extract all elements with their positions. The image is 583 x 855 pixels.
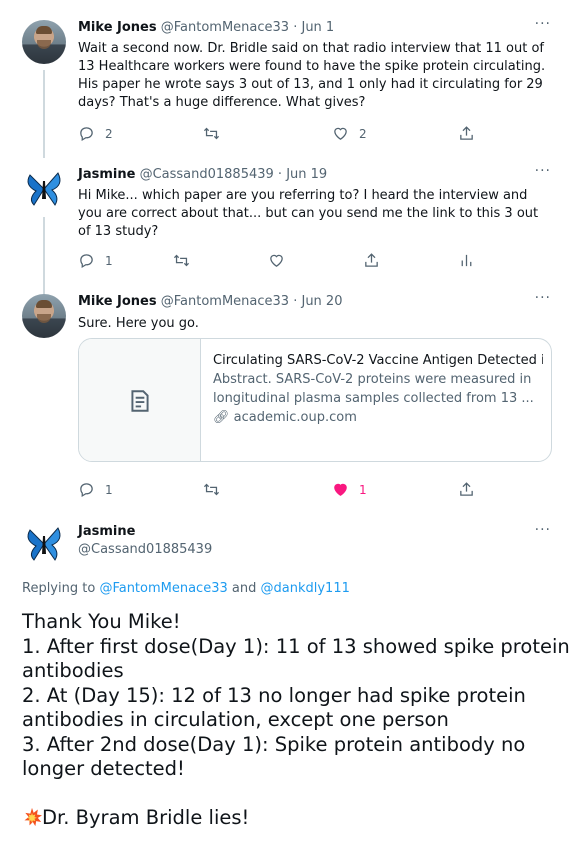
tweet-header: Mike Jones @FantomMenace33 · Jun 20	[78, 294, 342, 309]
share-icon	[365, 253, 378, 267]
card-domain: 🔗︎ academic.oup.com	[213, 408, 543, 427]
card-thumbnail	[79, 339, 201, 461]
reply-button[interactable]: 2	[78, 125, 113, 142]
tweet-text: Hi Mike... which paper are you referring…	[78, 188, 539, 239]
like-count: 2	[359, 126, 367, 141]
separator-dot: ·	[293, 294, 298, 309]
author-name[interactable]: Jasmine	[78, 524, 135, 539]
card-domain-text: academic.oup.com	[233, 410, 357, 425]
avatar[interactable]	[22, 522, 66, 566]
author-name[interactable]: Jasmine	[78, 167, 135, 182]
retweet-button[interactable]	[203, 481, 220, 498]
replying-user-link[interactable]: @FantomMenace33	[99, 581, 227, 596]
butterfly-icon	[27, 172, 61, 206]
card-title: Circulating SARS-CoV-2 Vaccine Antigen D…	[213, 353, 543, 368]
main-tweet-text: Thank You Mike! 1. After first dose(Day …	[22, 610, 572, 831]
avatar[interactable]	[22, 167, 66, 211]
more-options-icon[interactable]: ···	[535, 290, 551, 306]
author-handle[interactable]: @Cassand01885439	[140, 167, 274, 182]
like-count: 1	[359, 482, 367, 497]
reply-count: 1	[105, 482, 113, 497]
main-tweet: Jasmine @Cassand01885439 ··· Replying to…	[0, 516, 583, 855]
author-handle[interactable]: @FantomMenace33	[161, 294, 289, 309]
retweet-button[interactable]	[203, 125, 220, 142]
tweet-date[interactable]: Jun 20	[301, 294, 342, 309]
text-line: Dr. Byram Bridle lies!	[42, 806, 250, 829]
tweet-text: Sure. Here you go.	[78, 316, 199, 331]
reply-icon	[80, 483, 93, 498]
tweet-actions: 1 1	[78, 481, 478, 501]
share-icon	[460, 482, 473, 496]
tweet-actions: 1	[78, 252, 478, 272]
tweet-text: Wait a second now. Dr. Bridle said on th…	[78, 41, 546, 110]
retweet-icon	[173, 254, 190, 267]
author-name[interactable]: Mike Jones	[78, 20, 157, 35]
replying-and: and	[231, 581, 257, 596]
collision-emoji-icon	[24, 807, 42, 827]
replying-user-link[interactable]: @dankdly111	[261, 581, 350, 596]
avatar[interactable]	[22, 294, 66, 338]
heart-icon	[334, 127, 347, 140]
tweet-actions: 2 2	[78, 125, 478, 145]
separator-dot: ·	[277, 167, 283, 182]
document-icon	[130, 390, 149, 412]
card-body: Circulating SARS-CoV-2 Vaccine Antigen D…	[213, 351, 543, 427]
share-button[interactable]	[458, 125, 475, 142]
retweet-button[interactable]	[173, 252, 190, 269]
reply-icon	[80, 254, 93, 269]
more-options-icon[interactable]: ···	[535, 163, 551, 179]
like-button[interactable]: 1	[332, 481, 367, 498]
tweet-date[interactable]: Jun 1	[301, 20, 334, 35]
tweet-header: Mike Jones @FantomMenace33 · Jun 1	[78, 20, 334, 35]
more-options-icon[interactable]: ···	[535, 16, 551, 32]
retweet-icon	[203, 483, 220, 496]
author-handle[interactable]: @FantomMenace33	[161, 20, 289, 35]
link-card[interactable]: Circulating SARS-CoV-2 Vaccine Antigen D…	[78, 338, 552, 462]
tweet-2[interactable]: Jasmine @Cassand01885439 · Jun 19 ··· Hi…	[0, 163, 583, 295]
heart-filled-icon	[334, 483, 347, 496]
share-button[interactable]	[363, 252, 380, 269]
text-line-last: Dr. Byram Bridle lies!	[22, 806, 572, 831]
author-handle[interactable]: @Cassand01885439	[78, 542, 212, 557]
share-icon	[460, 126, 473, 140]
tweet-date[interactable]: Jun 19	[286, 167, 327, 182]
retweet-icon	[203, 127, 220, 140]
reply-count: 2	[105, 126, 113, 141]
reply-count: 1	[105, 253, 113, 268]
card-description: Abstract. SARS-CoV-2 proteins were measu…	[213, 372, 534, 406]
reply-button[interactable]: 1	[78, 481, 113, 498]
separator-dot: ·	[293, 20, 298, 35]
replying-prefix: Replying to	[22, 581, 96, 596]
tweet-3[interactable]: Mike Jones @FantomMenace33 · Jun 20 ··· …	[0, 290, 583, 504]
text-line: Thank You Mike!	[22, 610, 181, 633]
like-button[interactable]	[268, 252, 285, 269]
share-button[interactable]	[458, 481, 475, 498]
heart-icon	[270, 254, 283, 267]
thread-line	[43, 70, 45, 158]
butterfly-icon	[27, 527, 61, 561]
analytics-icon	[461, 254, 472, 267]
reply-button[interactable]: 1	[78, 252, 113, 269]
avatar[interactable]	[22, 20, 66, 64]
thread-line	[43, 217, 45, 295]
text-line: 1. After first dose(Day 1): 11 of 13 sho…	[22, 634, 570, 683]
tweet-header: Jasmine @Cassand01885439 · Jun 19	[78, 167, 327, 182]
like-button[interactable]: 2	[332, 125, 367, 142]
analytics-button[interactable]	[458, 252, 475, 269]
reply-icon	[80, 127, 93, 142]
text-line: 3. After 2nd dose(Day 1): Spike protein …	[22, 732, 526, 781]
replying-to: Replying to @FantomMenace33 and @dankdly…	[22, 581, 350, 596]
more-options-icon[interactable]: ···	[535, 522, 551, 538]
author-name[interactable]: Mike Jones	[78, 294, 157, 309]
tweet-1[interactable]: Mike Jones @FantomMenace33 · Jun 1 ··· W…	[0, 16, 583, 158]
link-icon: 🔗︎	[213, 410, 230, 425]
text-line: 2. At (Day 15): 12 of 13 no longer had s…	[22, 683, 526, 732]
